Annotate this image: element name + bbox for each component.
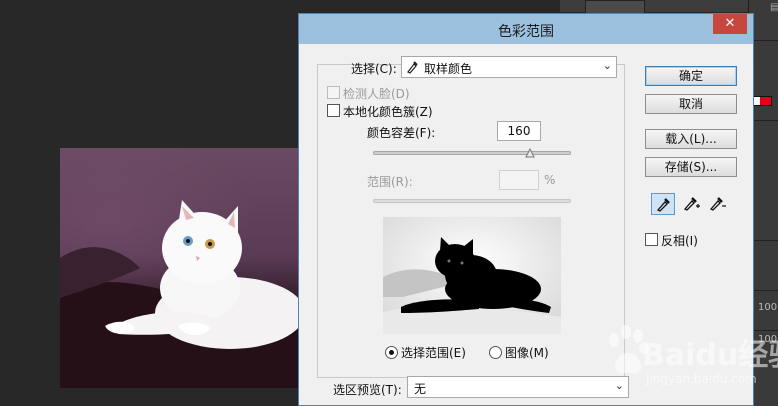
watermark-text: Baidu经验 [642, 338, 778, 373]
select-dropdown[interactable]: 取样颜色 ⌄ [401, 56, 617, 78]
eyedropper-minus-icon[interactable] [705, 193, 729, 215]
image-view-radio[interactable] [489, 346, 502, 359]
eyedropper-icon[interactable] [651, 193, 675, 215]
cancel-button[interactable]: 取消 [645, 94, 737, 114]
ok-button[interactable]: 确定 [645, 66, 737, 86]
fuzziness-input[interactable]: 160 [497, 121, 541, 141]
dialog-titlebar[interactable]: 色彩范围 ✕ [299, 14, 753, 44]
invert-label: 反相(I) [661, 234, 698, 248]
localized-clusters-label: 本地化颜色簇(Z) [343, 105, 433, 119]
canvas-photo [60, 148, 300, 388]
detect-faces-checkbox[interactable] [327, 86, 340, 99]
localized-clusters-checkbox[interactable] [327, 104, 340, 117]
select-value: 取样颜色 [424, 62, 473, 76]
selection-preview-value: 无 [414, 382, 427, 396]
fuzziness-slider-thumb[interactable] [525, 147, 535, 158]
chevron-down-icon: ⌄ [602, 59, 612, 72]
fuzziness-label: 颜色容差(F): [367, 126, 436, 140]
color-swatch[interactable] [752, 96, 772, 106]
fuzziness-slider[interactable] [373, 151, 571, 155]
detect-faces-label: 检测人脸(D) [343, 87, 410, 101]
watermark-subtext: jingyan.baidu.com [646, 372, 757, 386]
dialog-title: 色彩范围 [498, 24, 554, 40]
close-button[interactable]: ✕ [713, 14, 747, 34]
selection-preview-label: 选区预览(T): [333, 383, 402, 397]
image-view-label: 图像(M) [505, 346, 549, 360]
eyedropper-icon [406, 60, 418, 77]
range-unit: % [544, 173, 556, 187]
selection-preview-image [383, 217, 561, 334]
range-label: 范围(R): [367, 175, 413, 189]
panel-arrange-icon[interactable]: ▤ [770, 2, 778, 13]
save-button[interactable]: 存储(S)... [645, 157, 737, 177]
invert-checkbox[interactable] [645, 233, 658, 246]
range-input[interactable] [499, 170, 539, 190]
selection-view-radio[interactable] [385, 346, 398, 359]
load-button[interactable]: 载入(L)... [645, 129, 737, 149]
selection-view-label: 选择范围(E) [401, 346, 466, 360]
eyedropper-plus-icon[interactable] [679, 193, 703, 215]
range-slider[interactable] [373, 199, 571, 203]
panel-percent: 100° [758, 302, 778, 313]
select-label: 选择(C): [351, 62, 397, 76]
